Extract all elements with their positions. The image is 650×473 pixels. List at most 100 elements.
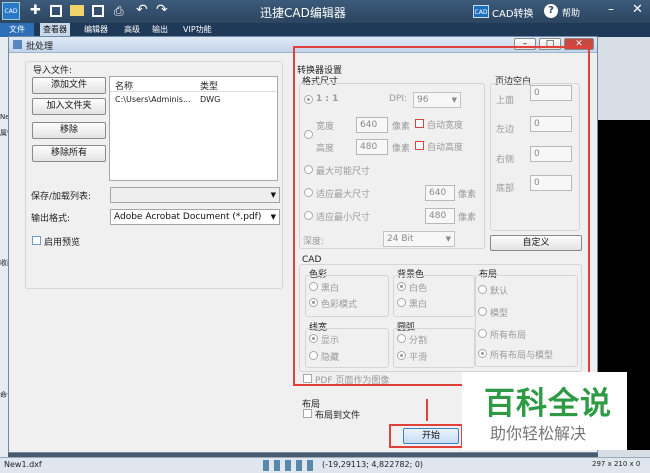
watermark-subtitle: 助你轻松解决 [490, 424, 587, 443]
app-title: 迅捷CAD编辑器 [260, 6, 346, 20]
black-label: 黑白 [409, 300, 428, 310]
custom-button[interactable]: 自定义 [490, 235, 582, 251]
white-label: 白色 [409, 284, 428, 294]
file-row-type[interactable]: DWG [200, 95, 220, 104]
depth-value: 24 Bit [387, 234, 414, 244]
color-mode-radio[interactable] [309, 298, 318, 307]
all-layouts-radio[interactable] [478, 329, 487, 338]
menu-editor[interactable]: 编辑器 [84, 24, 108, 35]
file-row-name[interactable]: C:\Users\Adminis... [115, 95, 191, 104]
close-icon[interactable]: ✕ [632, 2, 643, 17]
model-radio[interactable] [478, 307, 487, 316]
depth-select[interactable]: 24 Bit ▼ [383, 231, 455, 247]
color-group [305, 275, 389, 317]
layout-to-file-label: 布局到文件 [315, 411, 361, 421]
hide-radio[interactable] [309, 351, 318, 360]
save-icon[interactable] [92, 5, 104, 17]
margin-left-input[interactable]: 0 [530, 116, 572, 132]
fit-min-unit: 像素 [458, 213, 477, 223]
pdf-image-checkbox[interactable] [303, 374, 312, 383]
height-input[interactable]: 480 [356, 139, 388, 155]
pdf-image-label: PDF 页面作为图像 [315, 376, 390, 386]
all-layouts-model-radio[interactable] [478, 349, 487, 358]
save-list-label: 保存/加载列表: [31, 192, 92, 202]
fit-max-label: 适应最大尺寸 [316, 190, 371, 200]
hide-label: 隐藏 [321, 353, 340, 363]
status-tools-icon[interactable] [263, 460, 313, 471]
layout-to-file-checkbox[interactable] [303, 409, 312, 418]
menu-vip[interactable]: VIP功能 [183, 24, 212, 35]
help-icon[interactable]: ? [544, 4, 558, 18]
margin-right-input[interactable]: 0 [530, 146, 572, 162]
chevron-down-icon: ▼ [270, 213, 276, 221]
show-radio[interactable] [309, 334, 318, 343]
white-radio[interactable] [397, 282, 406, 291]
default-radio[interactable] [478, 285, 487, 294]
output-format-select[interactable]: Adobe Acrobat Document (*.pdf) ▼ [110, 209, 280, 225]
fit-max-input[interactable]: 640 [425, 185, 455, 201]
add-folder-button[interactable]: 加入文件夹 [32, 98, 106, 115]
status-bar: New1.dxf (-19,29113; 4,822782; 0) 297 x … [0, 457, 650, 473]
margin-bottom-label: 底部 [496, 184, 515, 194]
max-possible-label: 最大可能尺寸 [316, 167, 371, 177]
fit-min-input[interactable]: 480 [425, 208, 455, 224]
width-input[interactable]: 640 [356, 117, 388, 133]
left-panel-tab-fav[interactable]: 收藏 [0, 258, 8, 268]
watermark: 百科全说 助你轻松解决 [462, 372, 627, 450]
all-layouts-label: 所有布局 [490, 331, 527, 341]
width-unit: 像素 [392, 122, 411, 132]
mono-radio[interactable] [309, 282, 318, 291]
dpi-select[interactable]: 96 ▼ [413, 92, 461, 108]
ratio-radio[interactable] [304, 95, 313, 104]
watermark-title: 百科全说 [484, 386, 612, 422]
dpi-value: 96 [417, 95, 429, 105]
fit-max-radio[interactable] [304, 188, 313, 197]
lineweight-group [305, 328, 389, 368]
custom-size-radio[interactable] [304, 130, 313, 139]
print-icon[interactable]: ⎙ [114, 4, 124, 19]
left-panel-tab-attr[interactable]: 属性 [0, 128, 8, 138]
save-list-select[interactable]: ▼ [110, 187, 280, 203]
new-icon[interactable]: ✚ [30, 4, 42, 18]
menu-output[interactable]: 输出 [152, 24, 168, 35]
fit-min-radio[interactable] [304, 211, 313, 220]
chevron-down-icon: ▼ [451, 96, 457, 104]
list-header-divider [110, 91, 277, 92]
redo-icon[interactable]: ↷ [156, 2, 168, 18]
cad-convert-button[interactable]: CAD转换 [492, 5, 534, 20]
menu-view[interactable]: 查看器 [40, 23, 70, 37]
file-list[interactable]: 名称 类型 C:\Users\Adminis... DWG [109, 76, 278, 181]
folder-icon[interactable] [70, 5, 84, 16]
menu-bar: 文件 查看器 编辑器 高级 输出 VIP功能 [0, 23, 650, 37]
menu-file[interactable]: 文件 [0, 23, 34, 37]
margin-left-label: 左边 [496, 125, 515, 135]
auto-width-checkbox[interactable] [415, 119, 424, 128]
app-title-bar: CAD ✚ ⎙ ↶ ↷ 迅捷CAD编辑器 CAD CAD转换 ? 帮助 – ✕ [0, 0, 650, 23]
preview-checkbox[interactable] [32, 236, 41, 245]
all-layouts-model-label: 所有布局与模型 [490, 351, 554, 361]
grid-icon[interactable] [50, 5, 62, 17]
output-format-label: 输出格式: [31, 214, 71, 224]
left-panel-tab-cmd[interactable]: 命令 [0, 390, 8, 400]
start-button[interactable]: 开始 [403, 428, 459, 444]
margin-bottom-input[interactable]: 0 [530, 175, 572, 191]
cad-convert-icon[interactable]: CAD [473, 5, 489, 18]
mono-label: 黑白 [321, 284, 340, 294]
add-file-button[interactable]: 添加文件 [32, 77, 106, 94]
margin-top-input[interactable]: 0 [530, 85, 572, 101]
remove-button[interactable]: 移除 [32, 122, 106, 139]
smooth-radio[interactable] [397, 351, 406, 360]
bg-group [393, 275, 475, 317]
black-radio[interactable] [397, 298, 406, 307]
split-radio[interactable] [397, 334, 406, 343]
help-button[interactable]: 帮助 [562, 6, 580, 19]
menu-advanced[interactable]: 高级 [124, 24, 140, 35]
auto-height-checkbox[interactable] [415, 141, 424, 150]
ratio-label: 1 : 1 [316, 94, 339, 104]
show-label: 显示 [321, 336, 340, 346]
max-possible-radio[interactable] [304, 165, 313, 174]
remove-all-button[interactable]: 移除所有 [32, 145, 106, 162]
undo-icon[interactable]: ↶ [136, 2, 148, 18]
arc-group [393, 328, 475, 368]
minimize-icon[interactable]: – [608, 2, 614, 16]
